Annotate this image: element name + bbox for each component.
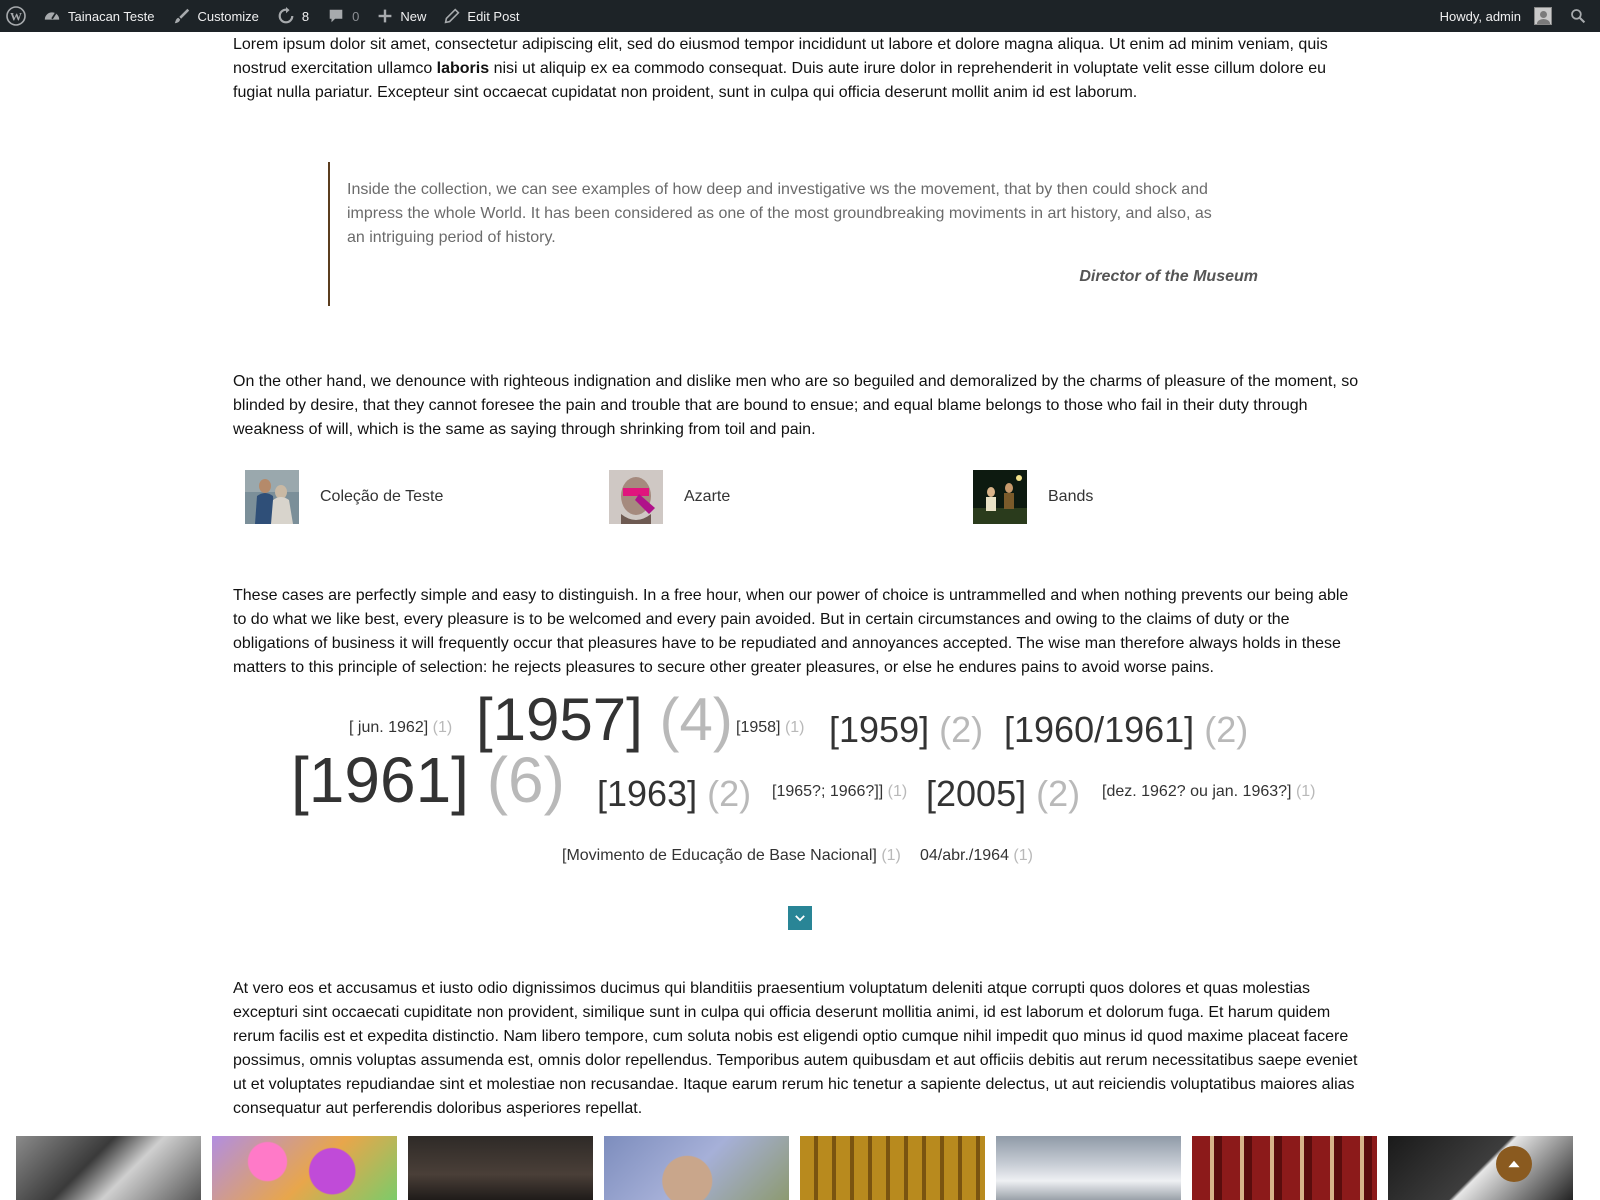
term-label: [1958] <box>736 719 781 736</box>
term-label: [1965?; 1966?]] <box>772 783 884 800</box>
admin-bar-left: W Tainacan Teste Customize 8 0 New Edit … <box>0 0 528 32</box>
term-label: [ jun. 1962] <box>349 719 429 736</box>
wordpress-logo-icon: W <box>6 6 26 26</box>
gallery-image[interactable] <box>996 1136 1181 1200</box>
term-count: (2) <box>707 773 752 814</box>
term-label: [1961] <box>291 744 469 816</box>
dashboard-icon <box>44 12 60 20</box>
paragraph-1-bold: laboris <box>436 60 490 77</box>
updates-count: 8 <box>301 8 310 24</box>
term-count: (1) <box>881 847 901 864</box>
collection-item[interactable]: Azarte <box>609 470 730 524</box>
collection-item[interactable]: Bands <box>973 470 1093 524</box>
admin-search[interactable] <box>1561 0 1600 32</box>
account-menu[interactable]: Howdy, admin <box>1431 0 1561 32</box>
term-label: [Movimento de Educação de Base Nacional] <box>562 847 877 864</box>
post-content: Lorem ipsum dolor sit amet, consectetur … <box>233 33 1363 105</box>
collection-label: Azarte <box>684 488 731 505</box>
term-link[interactable]: [dez. 1962? ou jan. 1963?] (1) <box>1102 784 1316 800</box>
comment-bubble-icon <box>329 9 343 23</box>
howdy-label: Howdy, admin <box>1439 8 1521 24</box>
term-cloud: [ jun. 1962] (1) [1957] (4) [1958] (1) [… <box>0 690 1600 880</box>
gallery-image[interactable] <box>1388 1136 1573 1200</box>
paragraph-3: These cases are perfectly simple and eas… <box>233 587 1349 676</box>
paragraph-1: Lorem ipsum dolor sit amet, consectetur … <box>233 33 1363 105</box>
term-count: (1) <box>1295 783 1316 800</box>
term-count: (4) <box>659 686 733 753</box>
site-name: Tainacan Teste <box>68 8 155 24</box>
term-link[interactable]: 04/abr./1964 (1) <box>920 848 1033 864</box>
collection-label: Coleção de Teste <box>320 488 444 505</box>
paragraph-2: On the other hand, we denounce with righ… <box>233 373 1359 438</box>
refresh-icon <box>278 7 294 24</box>
term-label: [1957] <box>476 686 643 753</box>
gallery-image[interactable] <box>16 1136 201 1200</box>
pull-quote: Inside the collection, we can see exampl… <box>328 162 1258 306</box>
term-link[interactable]: [1960/1961] (2) <box>1004 712 1248 748</box>
comments-link[interactable]: 0 <box>318 0 368 32</box>
arrow-up-icon <box>1508 1160 1520 1168</box>
avatar <box>1534 7 1552 25</box>
collection-thumbnail <box>609 470 663 524</box>
collection-item[interactable]: Coleção de Teste <box>245 470 443 524</box>
collections-list: Coleção de Teste Azarte Bands <box>245 470 1375 526</box>
admin-bar: W Tainacan Teste Customize 8 0 New Edit … <box>0 0 1600 32</box>
term-link[interactable]: [Movimento de Educação de Base Nacional]… <box>562 848 901 864</box>
collection-thumbnail <box>245 470 299 524</box>
collection-thumbnail <box>973 470 1027 524</box>
term-label: [1963] <box>597 773 698 814</box>
image-gallery <box>0 1136 1600 1200</box>
search-icon <box>1571 9 1586 24</box>
term-count: (1) <box>784 719 805 736</box>
gallery-image[interactable] <box>212 1136 397 1200</box>
gallery-image[interactable] <box>1192 1136 1377 1200</box>
term-link[interactable]: [2005] (2) <box>926 776 1080 812</box>
term-count: (2) <box>939 709 984 750</box>
chevron-down-icon <box>795 915 805 922</box>
term-label: [2005] <box>926 773 1027 814</box>
term-count: (2) <box>1036 773 1081 814</box>
term-label: [1959] <box>829 709 930 750</box>
pencil-icon <box>444 8 460 24</box>
admin-bar-right: Howdy, admin <box>1431 0 1600 32</box>
term-count: (1) <box>1013 847 1033 864</box>
paragraph-4: At vero eos et accusamus et iusto odio d… <box>233 980 1358 1117</box>
term-count: (1) <box>887 783 908 800</box>
term-link[interactable]: [ jun. 1962] (1) <box>349 720 452 736</box>
gallery-image[interactable] <box>408 1136 593 1200</box>
term-link[interactable]: [1957] (4) <box>476 690 733 750</box>
term-count: (6) <box>486 744 565 816</box>
term-link[interactable]: [1959] (2) <box>829 712 983 748</box>
term-link[interactable]: [1961] (6) <box>291 748 565 812</box>
svg-text:W: W <box>10 10 22 24</box>
new-label: New <box>400 8 427 24</box>
edit-post-link[interactable]: Edit Post <box>435 0 528 32</box>
new-content-menu[interactable]: New <box>368 0 435 32</box>
comments-count: 0 <box>352 8 360 24</box>
back-to-top-button[interactable] <box>1496 1146 1532 1182</box>
term-link[interactable]: [1965?; 1966?]] (1) <box>772 784 907 800</box>
customize-link[interactable]: Customize <box>164 0 268 32</box>
term-link[interactable]: [1958] (1) <box>736 720 805 736</box>
wordpress-menu[interactable]: W <box>0 0 34 32</box>
quote-citation: Director of the Museum <box>1079 268 1258 285</box>
term-link[interactable]: [1963] (2) <box>597 776 751 812</box>
gallery-image[interactable] <box>800 1136 985 1200</box>
quote-text: Inside the collection, we can see exampl… <box>347 181 1212 246</box>
show-more-button[interactable] <box>788 906 812 930</box>
term-label: [1960/1961] <box>1004 709 1195 750</box>
term-label: [dez. 1962? ou jan. 1963?] <box>1102 783 1292 800</box>
plus-icon <box>378 9 392 23</box>
collection-label: Bands <box>1048 488 1094 505</box>
site-name-menu[interactable]: Tainacan Teste <box>34 0 164 32</box>
gallery-image[interactable] <box>604 1136 789 1200</box>
paintbrush-icon <box>174 8 189 24</box>
customize-label: Customize <box>197 8 259 24</box>
edit-post-label: Edit Post <box>467 8 520 24</box>
term-count: (1) <box>432 719 453 736</box>
updates-link[interactable]: 8 <box>268 0 318 32</box>
term-count: (2) <box>1204 709 1249 750</box>
term-label: 04/abr./1964 <box>920 847 1009 864</box>
